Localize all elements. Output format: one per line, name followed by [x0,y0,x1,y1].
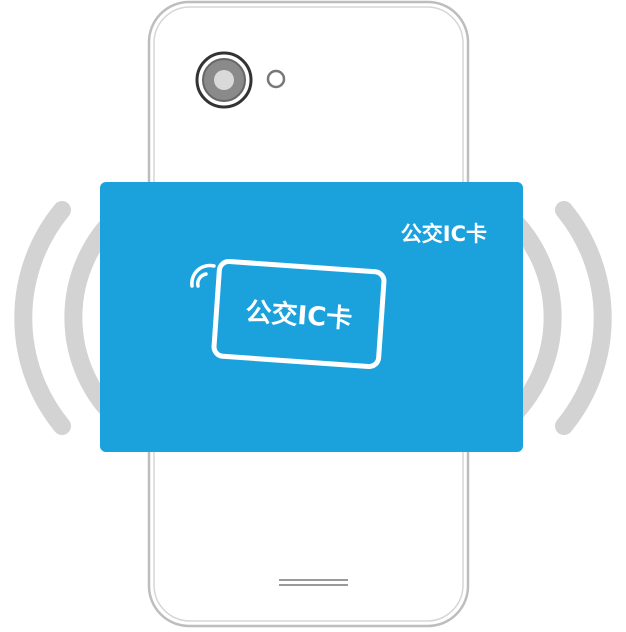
card-corner-label: 公交IC卡 [400,222,487,246]
camera-lens-icon [195,51,253,109]
signal-arc-right-outer [555,201,612,435]
inner-card-graphic: 公交IC卡 [210,258,388,370]
signal-arc-left-outer [14,201,71,435]
nfc-illustration: 公交IC卡 公交IC卡 [0,0,626,632]
inner-card-label: 公交IC卡 [244,297,354,335]
sensor-dot-icon [266,69,286,89]
